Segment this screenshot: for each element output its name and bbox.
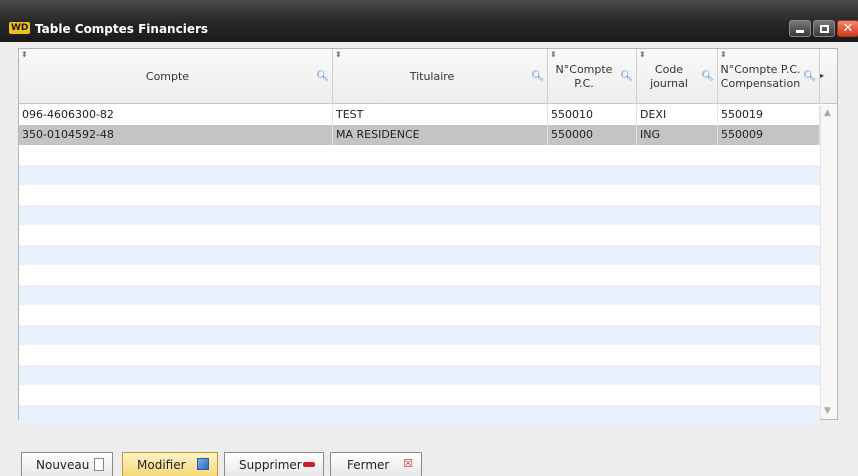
app-window: WD Table Comptes Financiers ✕ ⬍ Compte 🔍… bbox=[0, 0, 858, 476]
column-label: Code journal bbox=[650, 62, 688, 90]
empty-table-row[interactable] bbox=[19, 265, 820, 285]
scroll-right-icon[interactable]: ▸ bbox=[820, 71, 824, 80]
table-cell-titulaire: MA RESIDENCE bbox=[333, 125, 548, 145]
close-window-button[interactable]: ✕ bbox=[837, 20, 858, 37]
search-icon[interactable]: 🔍︎ bbox=[531, 71, 544, 82]
empty-table-row[interactable] bbox=[19, 225, 820, 245]
table-cell-compensation: 550009 bbox=[718, 125, 820, 145]
table-cell-journal: ING bbox=[637, 125, 718, 145]
windev-logo-icon: WD bbox=[9, 22, 31, 34]
empty-table-row[interactable] bbox=[19, 165, 820, 185]
column-label: Compte bbox=[145, 69, 190, 83]
new-document-icon bbox=[94, 458, 104, 471]
column-label: Titulaire bbox=[409, 69, 455, 83]
empty-table-row[interactable] bbox=[19, 365, 820, 385]
empty-table-row[interactable] bbox=[19, 205, 820, 225]
table-cell-pc: 550010 bbox=[548, 105, 637, 125]
empty-table-row[interactable] bbox=[19, 245, 820, 265]
scroll-down-icon[interactable]: ▼ bbox=[824, 406, 831, 416]
minimize-button[interactable] bbox=[789, 20, 811, 37]
delete-button[interactable]: Supprimer bbox=[224, 452, 324, 476]
table-cell-titulaire: TEST bbox=[333, 105, 548, 125]
table-cell-pc: 550000 bbox=[548, 125, 637, 145]
empty-table-row[interactable] bbox=[19, 285, 820, 305]
search-icon[interactable]: 🔍︎ bbox=[803, 71, 816, 82]
table-header: ⬍ Compte 🔍︎ ⬍ Titulaire 🔍︎ ⬍ N°Compte P.… bbox=[19, 49, 837, 104]
empty-table-row[interactable] bbox=[19, 305, 820, 325]
empty-table-row[interactable] bbox=[19, 405, 820, 425]
table-row[interactable]: 350-0104592-48 MA RESIDENCE 550000 ING 55000… bbox=[19, 125, 820, 145]
empty-table-row[interactable] bbox=[19, 325, 820, 345]
window-title: Table Comptes Financiers bbox=[35, 22, 209, 36]
table-row[interactable]: 096-4606300-82 TEST 550010 DEXI 550019 bbox=[19, 105, 820, 125]
close-button[interactable]: Fermer ☒ bbox=[330, 452, 422, 476]
edit-button[interactable]: Modifier bbox=[122, 452, 218, 476]
empty-table-row[interactable] bbox=[19, 145, 820, 165]
edit-icon bbox=[197, 458, 209, 470]
new-button[interactable]: Nouveau bbox=[21, 452, 113, 476]
title-bar[interactable]: WD Table Comptes Financiers ✕ bbox=[0, 0, 858, 42]
empty-table-row[interactable] bbox=[19, 385, 820, 405]
column-header-compte[interactable]: ⬍ Compte 🔍︎ bbox=[19, 49, 333, 104]
close-icon: ☒ bbox=[403, 457, 413, 470]
close-button-label: Fermer bbox=[347, 457, 390, 472]
column-label: N°Compte P.C. Compensation bbox=[720, 62, 801, 90]
delete-icon bbox=[303, 462, 315, 467]
table-cell-compensation: 550019 bbox=[718, 105, 820, 125]
table-cell-journal: DEXI bbox=[637, 105, 718, 125]
column-header-code-journal[interactable]: ⬍ Code journal 🔍︎ bbox=[637, 49, 718, 104]
vertical-scrollbar[interactable]: ▲ ▼ bbox=[820, 105, 837, 419]
column-header-titulaire[interactable]: ⬍ Titulaire 🔍︎ bbox=[333, 49, 548, 104]
empty-table-row[interactable] bbox=[19, 345, 820, 365]
maximize-icon bbox=[819, 24, 829, 33]
table-cell-compte: 096-4606300-82 bbox=[19, 105, 333, 125]
minimize-icon bbox=[796, 30, 804, 33]
column-header-compensation[interactable]: ⬍ N°Compte P.C. Compensation 🔍︎ bbox=[718, 49, 820, 104]
search-icon[interactable]: 🔍︎ bbox=[316, 71, 329, 82]
scroll-up-icon[interactable]: ▲ bbox=[824, 108, 831, 118]
new-button-label: Nouveau bbox=[36, 457, 90, 472]
close-icon: ✕ bbox=[842, 21, 854, 36]
accounts-table[interactable]: ⬍ Compte 🔍︎ ⬍ Titulaire 🔍︎ ⬍ N°Compte P.… bbox=[18, 48, 838, 425]
edit-button-label: Modifier bbox=[137, 457, 186, 472]
search-icon[interactable]: 🔍︎ bbox=[701, 71, 714, 82]
table-cell-compte: 350-0104592-48 bbox=[19, 125, 333, 145]
empty-table-row[interactable] bbox=[19, 185, 820, 205]
maximize-button[interactable] bbox=[813, 20, 835, 37]
column-label: N°Compte P.C. bbox=[555, 62, 613, 90]
column-header-compte-pc[interactable]: ⬍ N°Compte P.C. 🔍︎ bbox=[548, 49, 637, 104]
search-icon[interactable]: 🔍︎ bbox=[620, 71, 633, 82]
delete-button-label: Supprimer bbox=[239, 457, 302, 472]
